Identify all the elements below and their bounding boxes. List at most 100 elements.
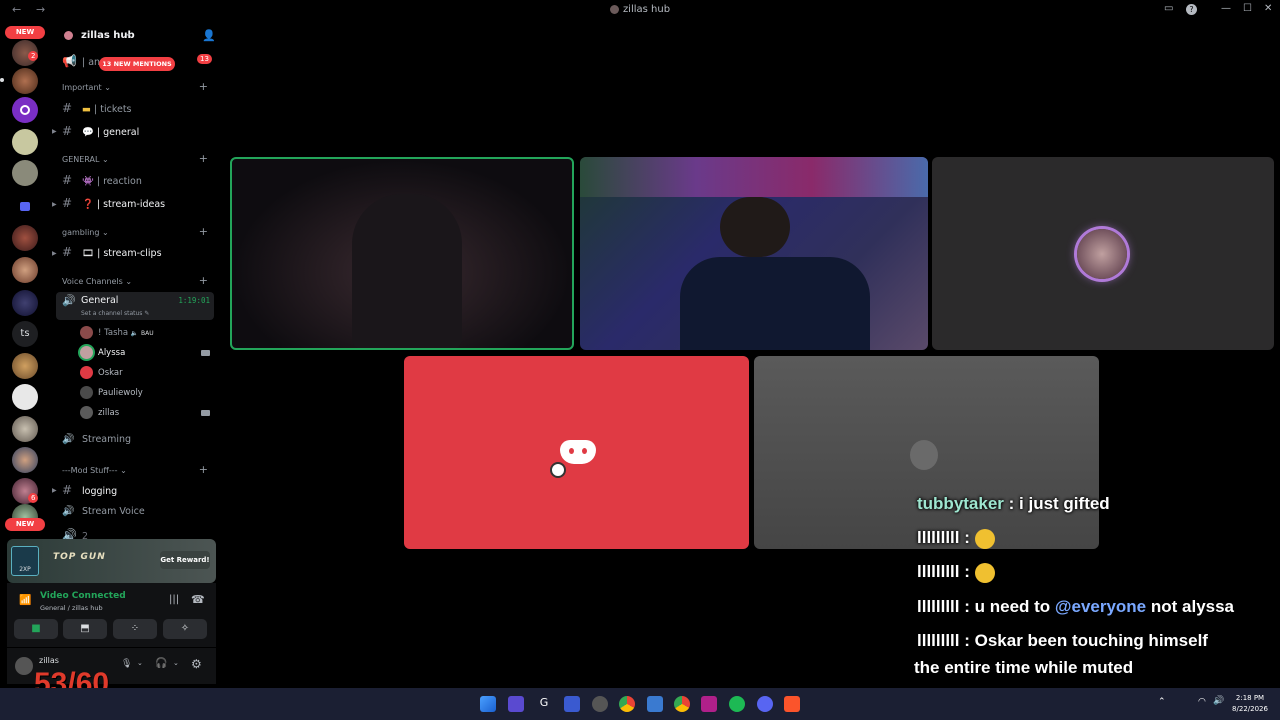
close-icon[interactable]: ✕ — [1264, 3, 1272, 14]
chevron-down-icon[interactable]: ⌄ — [137, 659, 143, 667]
get-reward-button[interactable]: Get Reward! — [160, 551, 210, 569]
microphone-icon[interactable]: 🎙 — [121, 659, 132, 669]
server-icon — [609, 4, 619, 14]
announcement-icon: 📢 — [62, 54, 77, 68]
discord-icon[interactable] — [757, 696, 773, 712]
voice-channel-streaming[interactable]: 🔊 Streaming — [62, 434, 131, 445]
username: zillas — [39, 656, 59, 665]
server-icon-10[interactable] — [12, 384, 38, 410]
activities-button[interactable]: ⁘ — [113, 619, 157, 639]
voice-user-alyssa[interactable]: Alyssa — [80, 346, 125, 359]
category-general[interactable]: GENERAL ⌄ — [62, 155, 109, 164]
add-channel-icon[interactable]: + — [199, 274, 208, 287]
voice-channel-general[interactable]: 🔊 General 1:19:01 Set a channel status ✎ — [56, 292, 214, 320]
crying-laughing-emoji-icon — [974, 528, 995, 549]
server-icon-9[interactable] — [12, 353, 38, 379]
add-channel-icon[interactable]: + — [199, 152, 208, 165]
server-icon-8[interactable] — [12, 290, 38, 316]
chevron-down-icon[interactable]: ⌄ — [173, 659, 179, 667]
new-unreads-pill-bottom[interactable]: NEW — [5, 518, 45, 531]
ticket-emoji-icon: ▬ — [82, 104, 91, 115]
mentions-pill[interactable]: 13 NEW MENTIONS — [99, 57, 175, 71]
noise-suppression-icon[interactable]: ||| — [169, 594, 179, 605]
voice-user-oskar[interactable]: Oskar — [80, 366, 123, 379]
server-header[interactable]: zillas hub ⌄ 👤 — [52, 28, 218, 44]
video-tile-webcam-2[interactable] — [580, 157, 928, 350]
server-icon-4[interactable] — [12, 129, 38, 155]
channel-tickets[interactable]: # ▬ | tickets — [62, 101, 132, 115]
inbox-icon[interactable]: ▭ — [1164, 3, 1173, 14]
channel-general-text[interactable]: # 💬 | general — [62, 124, 139, 138]
chrome-icon[interactable] — [619, 696, 635, 712]
server-icon-3[interactable] — [12, 97, 38, 123]
obs-icon[interactable] — [592, 696, 608, 712]
app-grid-icon[interactable] — [508, 696, 524, 712]
voice-user-pauliewoly[interactable]: Pauliewoly — [80, 386, 143, 399]
headphones-icon[interactable]: 🎧 — [155, 658, 167, 669]
windows-start-icon[interactable] — [480, 696, 496, 712]
new-unreads-pill-top[interactable]: NEW — [5, 26, 45, 39]
server-icon-6[interactable] — [12, 225, 38, 251]
window-title: zillas hub — [0, 4, 1280, 15]
server-icon-2[interactable] — [12, 68, 38, 94]
category-important[interactable]: Important ⌄ — [62, 83, 111, 92]
app-icon[interactable] — [701, 696, 717, 712]
video-tile-avatar[interactable] — [932, 157, 1274, 350]
channel-logging[interactable]: # logging — [62, 483, 117, 497]
video-tile-oskar[interactable] — [404, 356, 749, 549]
chrome-icon[interactable] — [674, 696, 690, 712]
voice-channel-stream-voice[interactable]: 🔊 Stream Voice — [62, 506, 145, 517]
maximize-icon[interactable]: ☐ — [1243, 3, 1252, 14]
minimize-icon[interactable]: — — [1221, 3, 1231, 14]
add-channel-icon[interactable]: + — [199, 225, 208, 238]
video-tile-pauliewoly[interactable] — [754, 356, 1099, 549]
clock-time[interactable]: 2:18 PM — [1228, 694, 1272, 702]
quest-promo-card[interactable]: 2XP TOP GUN Get Reward! — [7, 539, 216, 583]
server-icon-5[interactable] — [12, 160, 38, 186]
server-icon-ts[interactable]: ts — [12, 321, 38, 347]
camera-button[interactable]: ■ — [14, 619, 58, 639]
channel-stream-ideas[interactable]: # ❓ | stream-ideas — [62, 196, 165, 210]
channel-stream-clips[interactable]: # 🎞 | stream-clips — [62, 245, 162, 259]
voice-user-tasha[interactable]: ! Tasha 🔈 BAU — [80, 326, 154, 339]
category-mod-stuff[interactable]: ---Mod Stuff--- ⌄ — [62, 466, 127, 475]
spotify-icon[interactable] — [729, 696, 745, 712]
soundboard-button[interactable]: ✧ — [163, 619, 207, 639]
screen-share-button[interactable]: ⬒ — [63, 619, 107, 639]
volume-icon[interactable]: 🔊 — [1213, 696, 1224, 706]
avatar[interactable] — [15, 657, 33, 675]
invite-icon[interactable]: 👤 — [202, 29, 216, 42]
category-voice-channels[interactable]: Voice Channels ⌄ — [62, 277, 132, 286]
server-icon-12[interactable] — [12, 447, 38, 473]
title-bar: ← → zillas hub ▭ ? — ☐ ✕ — [0, 0, 1280, 20]
category-gambling[interactable]: gambling ⌄ — [62, 228, 109, 237]
channel-status[interactable]: Set a channel status ✎ — [81, 310, 149, 317]
video-tile-webcam-1[interactable] — [230, 157, 574, 350]
server-icon-7[interactable] — [12, 257, 38, 283]
gear-icon[interactable]: ⚙ — [191, 657, 202, 671]
disconnect-icon[interactable]: ☎ — [191, 593, 205, 606]
voice-user-zillas[interactable]: zillas — [80, 406, 119, 419]
xp-badge: 2XP — [11, 546, 39, 576]
wifi-icon[interactable]: ◠ — [1198, 697, 1206, 707]
soccer-ball-icon — [550, 462, 566, 478]
chevron-up-icon[interactable]: ⌃ — [1158, 697, 1166, 707]
hash-icon: # — [62, 196, 73, 210]
vs-code-icon[interactable] — [647, 696, 663, 712]
help-icon[interactable]: ? — [1186, 4, 1197, 15]
server-icon-11[interactable] — [12, 416, 38, 442]
app-icon[interactable]: G — [536, 696, 552, 712]
add-channel-icon[interactable]: + — [199, 463, 208, 476]
folder-icon[interactable] — [12, 194, 38, 220]
app-icon[interactable] — [564, 696, 580, 712]
room-lights — [580, 157, 928, 197]
signal-icon[interactable]: 📶 — [19, 595, 31, 606]
channel-reaction[interactable]: # 👾 | reaction — [62, 173, 142, 187]
brave-icon[interactable] — [784, 696, 800, 712]
add-channel-icon[interactable]: + — [199, 80, 208, 93]
chat-message: lllllllll : Oskar been touching himself — [917, 631, 1208, 650]
promo-title: TOP GUN — [53, 552, 106, 562]
voice-connection-panel: 📶 Video Connected General / zillas hub |… — [7, 583, 216, 647]
voice-location[interactable]: General / zillas hub — [40, 604, 103, 612]
clock-date[interactable]: 8/22/2026 — [1228, 705, 1272, 713]
